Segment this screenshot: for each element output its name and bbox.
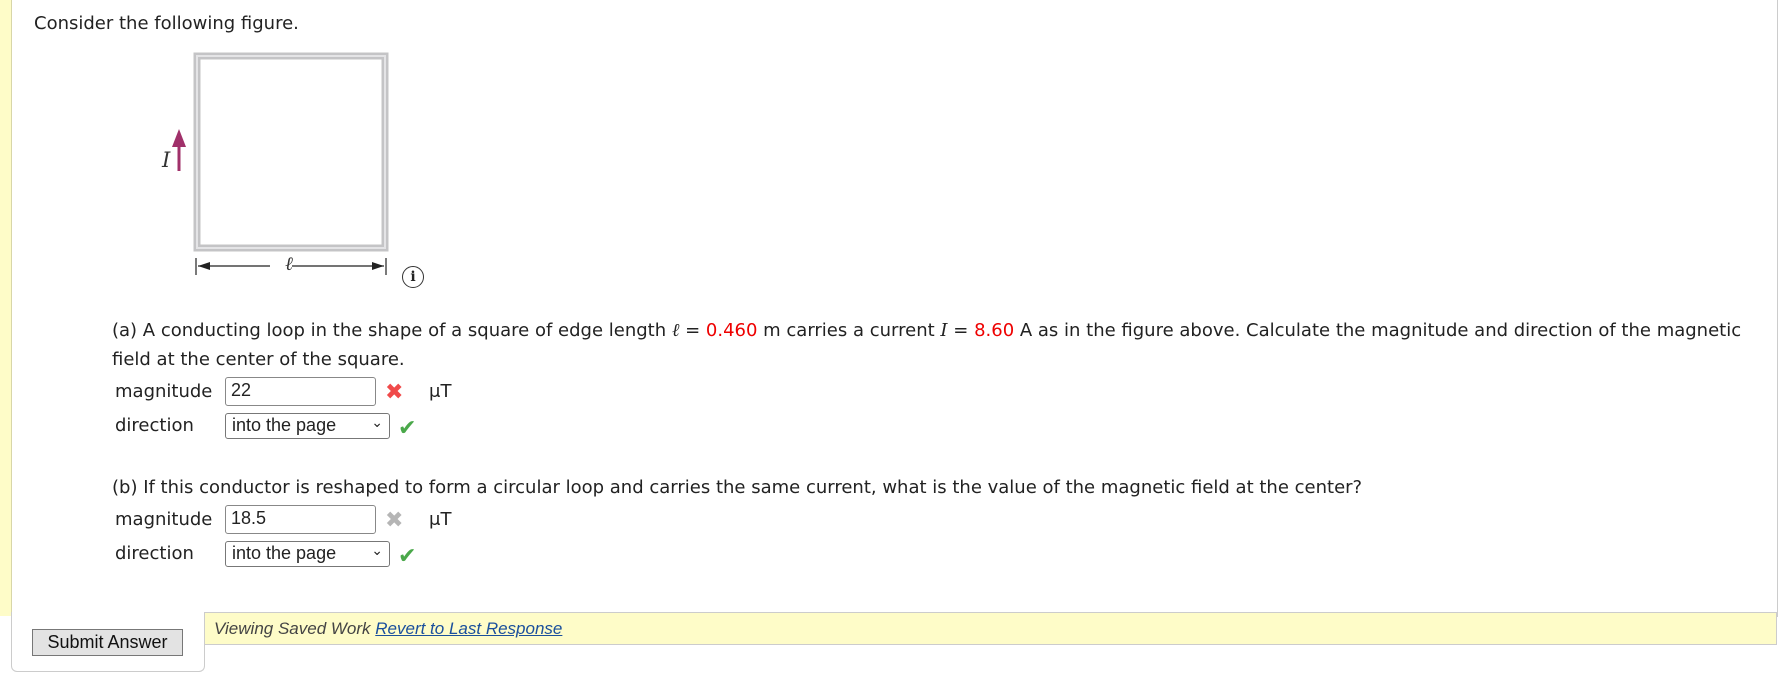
intro-text: Consider the following figure. xyxy=(34,13,299,34)
b-magnitude-label: magnitude xyxy=(115,509,213,530)
current-label: I xyxy=(162,148,171,172)
incorrect-x-icon-grey: ✖ xyxy=(385,508,404,533)
loop-inner xyxy=(196,55,386,249)
correct-check-icon: ✔ xyxy=(398,416,417,441)
part-a-question: (a) A conducting loop in the shape of a … xyxy=(112,320,1742,370)
submit-answer-button[interactable]: Submit Answer xyxy=(32,629,183,656)
length-value: 0.460 xyxy=(705,320,758,341)
a-direction-select[interactable]: into the page ⌄ xyxy=(225,413,390,439)
loop-outer xyxy=(193,52,389,252)
info-circle-icon[interactable]: i xyxy=(402,266,424,288)
incorrect-x-icon: ✖ xyxy=(385,380,404,405)
part-b-question: (b) If this conductor is reshaped to for… xyxy=(112,477,1363,498)
saved-work-banner: Viewing Saved Work Revert to Last Respon… xyxy=(203,612,1777,645)
b-direction-select[interactable]: into the page ⌄ xyxy=(225,541,390,567)
a-magnitude-label: magnitude xyxy=(115,381,213,402)
a-unit: μT xyxy=(429,381,452,402)
b-magnitude-input[interactable]: 18.5 xyxy=(225,505,376,534)
current-arrow-head xyxy=(172,129,186,147)
length-label: ℓ xyxy=(285,253,293,275)
revert-link[interactable]: Revert to Last Response xyxy=(375,619,562,638)
b-direction-label: direction xyxy=(115,543,194,564)
b-unit: μT xyxy=(429,509,452,530)
chevron-down-icon: ⌄ xyxy=(371,414,383,430)
a-magnitude-input[interactable]: 22 xyxy=(225,377,376,406)
current-value: 8.60 xyxy=(974,320,1015,341)
correct-check-icon: ✔ xyxy=(398,544,417,569)
a-direction-label: direction xyxy=(115,415,194,436)
square-loop-figure xyxy=(172,52,389,275)
chevron-down-icon: ⌄ xyxy=(371,542,383,558)
